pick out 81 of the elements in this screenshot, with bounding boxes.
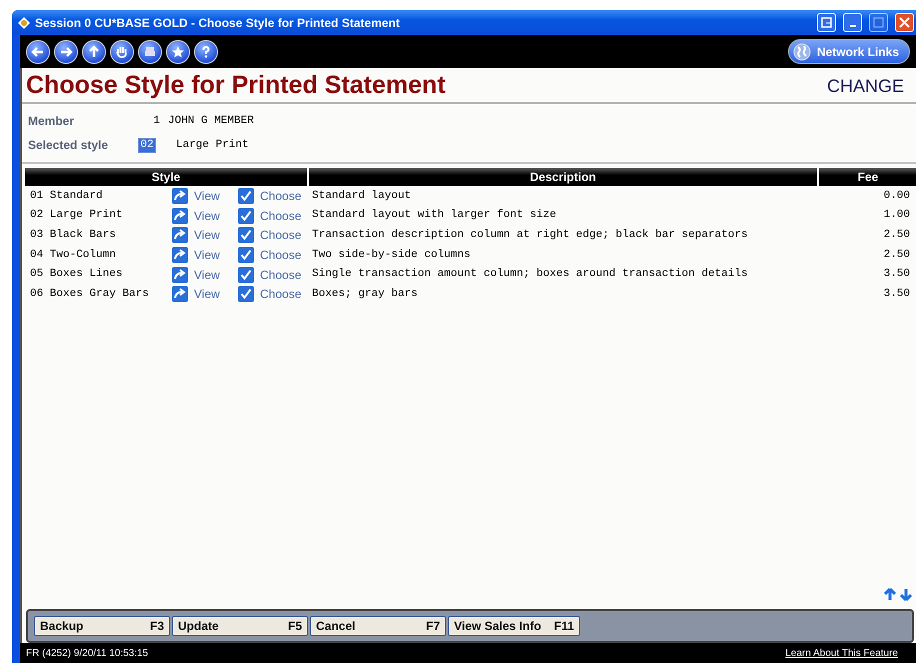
print-button[interactable] xyxy=(138,40,162,64)
member-label: Member xyxy=(28,113,76,130)
checkbox-icon[interactable] xyxy=(238,246,254,263)
function-key-button[interactable]: View Sales Info F11 xyxy=(448,616,580,636)
fee-cell-text: 2.50 xyxy=(882,228,910,243)
maximize-button[interactable] xyxy=(869,13,888,32)
style-name: 04 Two-Column xyxy=(30,248,117,263)
style-name: 06 Boxes Gray Bars xyxy=(30,287,150,302)
down-arrow-icon[interactable] xyxy=(900,588,912,601)
description-cell-text: Single transaction amount column; boxes around transaction details xyxy=(312,267,749,282)
selected-style-label: Selected style xyxy=(28,137,110,154)
close-button[interactable] xyxy=(895,13,914,32)
description-header: Description xyxy=(309,168,817,186)
globe-icon xyxy=(792,42,811,60)
learn-link[interactable]: Learn About This Feature xyxy=(785,646,898,660)
function-key-button[interactable]: Backup F3 xyxy=(34,616,170,636)
choose-link[interactable]: Choose xyxy=(260,206,312,225)
description-cell-text: Standard layout xyxy=(312,188,412,204)
choose-link[interactable]: Choose xyxy=(260,246,312,264)
view-link[interactable]: View xyxy=(194,186,238,205)
window-icon xyxy=(821,17,832,28)
style-name: 03 Black Bars xyxy=(30,228,117,243)
page-title: Choose Style for Printed Statement xyxy=(26,70,447,100)
maximize-icon xyxy=(873,17,884,28)
up-button[interactable] xyxy=(82,40,106,64)
view-link[interactable]: View xyxy=(194,266,238,284)
fee-cell-text: 2.50 xyxy=(882,248,910,263)
arrow-icon[interactable] xyxy=(172,246,188,263)
choose-link[interactable]: Choose xyxy=(260,186,312,205)
forward-button[interactable] xyxy=(54,40,78,64)
mode-label: CHANGE xyxy=(826,75,904,98)
restore-button[interactable] xyxy=(817,13,836,32)
style-name: Large Print xyxy=(175,138,250,153)
arrow-icon[interactable] xyxy=(172,208,188,224)
close-icon xyxy=(899,17,910,28)
view-link[interactable]: View xyxy=(194,285,238,304)
function-key-button[interactable]: Cancel F7 xyxy=(310,616,446,636)
view-link[interactable]: View xyxy=(194,246,238,264)
view-link[interactable]: View xyxy=(194,206,238,225)
description-cell-text: Boxes; gray bars xyxy=(312,287,419,302)
star-button[interactable] xyxy=(166,40,190,64)
description-cell-text: Standard layout with larger font size xyxy=(312,208,558,224)
style-header: Style xyxy=(25,168,307,186)
function-key-button[interactable]: Update F5 xyxy=(172,616,308,636)
checkbox-icon[interactable] xyxy=(238,286,254,302)
arrow-icon[interactable] xyxy=(172,286,188,302)
app-icon xyxy=(18,16,30,28)
status-info: FR (4252) 9/20/11 10:53:15 xyxy=(26,646,148,660)
style-name: 02 Large Print xyxy=(30,208,124,224)
checkbox-icon[interactable] xyxy=(238,188,254,204)
up-arrow-icon[interactable] xyxy=(884,588,896,601)
fee-cell-text: 3.50 xyxy=(882,267,910,282)
minimize-button[interactable] xyxy=(843,13,862,32)
style-name: 05 Boxes Lines xyxy=(30,267,124,282)
fee-cell-text: 1.00 xyxy=(882,208,910,224)
checkbox-icon[interactable] xyxy=(238,266,254,283)
description-cell-text: Two side-by-side columns xyxy=(312,248,472,263)
fee-cell-text: 0.00 xyxy=(882,188,910,204)
help-button[interactable] xyxy=(194,40,218,64)
style-code-field[interactable]: 02 xyxy=(138,138,156,152)
choose-link[interactable]: Choose xyxy=(260,226,312,244)
checkbox-icon[interactable] xyxy=(238,227,254,244)
member-number: 1 xyxy=(152,114,161,129)
minimize-icon xyxy=(850,25,856,27)
member-name: JOHN G MEMBER xyxy=(168,114,255,129)
network-links-button[interactable]: Network Links xyxy=(788,39,910,64)
hand-button[interactable] xyxy=(110,40,134,64)
star-icon xyxy=(170,44,186,60)
back-button[interactable] xyxy=(26,40,50,64)
view-link[interactable]: View xyxy=(194,226,238,244)
choose-link[interactable]: Choose xyxy=(260,266,312,284)
description-cell-text: Transaction description column at right edge; black bar separators xyxy=(312,228,749,243)
checkbox-icon[interactable] xyxy=(238,208,254,224)
window-title: Session 0 CU*BASE GOLD - Choose Style for Printed Statement xyxy=(35,14,401,32)
arrow-icon[interactable] xyxy=(172,188,188,204)
style-name: 01 Standard xyxy=(30,188,104,204)
arrow-icon[interactable] xyxy=(172,227,188,244)
choose-link[interactable]: Choose xyxy=(260,285,312,304)
fee-cell-text: 3.50 xyxy=(882,287,910,302)
arrow-icon[interactable] xyxy=(172,266,188,283)
fee-header: Fee xyxy=(819,168,916,186)
